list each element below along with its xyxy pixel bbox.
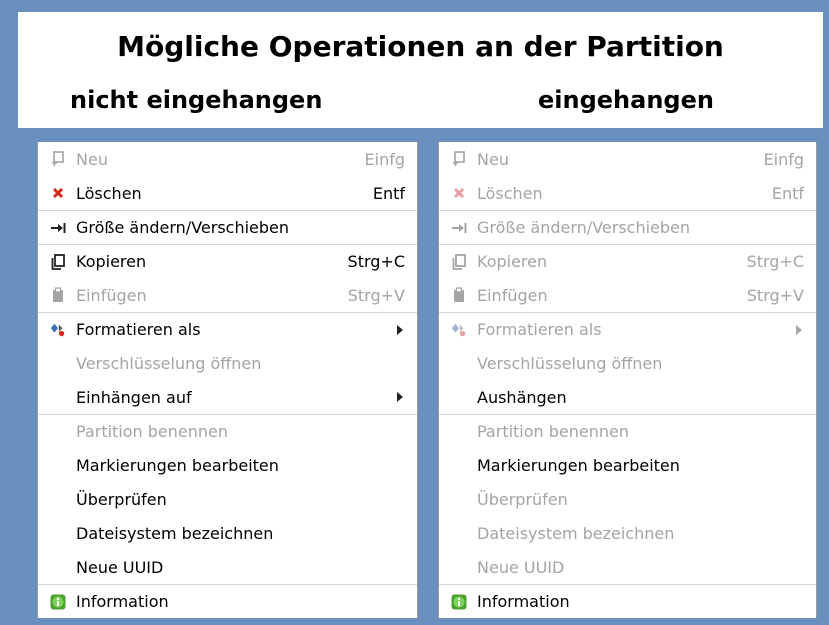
menu-item-verschluesselung-oeffnen: Verschlüsselung öffnen xyxy=(38,346,417,380)
shortcut-label: Strg+C xyxy=(746,252,804,271)
shortcut-label: Einfg xyxy=(364,149,405,169)
menu-item-label: Dateisystem bezeichnen xyxy=(477,523,675,543)
subtitle-mounted: eingehangen xyxy=(538,86,714,114)
menu-item-label: Formatieren als xyxy=(76,320,201,339)
menu-item-einfuegen: Einfügen Strg+V xyxy=(38,278,417,312)
delete-icon xyxy=(50,185,66,201)
context-menu-mounted: Neu Einfg Löschen Entf Größe ändern/Verschie… xyxy=(438,142,817,618)
menu-item-dateisystem-bezeichnen: Dateisystem bezeichnen xyxy=(439,516,816,550)
menu-item-label: Einhängen auf xyxy=(76,387,192,407)
copy-icon xyxy=(50,253,66,270)
copy-icon xyxy=(451,253,467,270)
subtitle-unmounted: nicht eingehangen xyxy=(70,86,323,114)
menu-item-label: Überprüfen xyxy=(477,489,568,509)
menu-item-label: Formatieren als xyxy=(477,320,602,339)
info-icon xyxy=(50,594,66,610)
menu-item-label: Löschen xyxy=(477,183,543,203)
menu-item-label: Markierungen bearbeiten xyxy=(477,455,680,475)
menu-item-label: Kopieren xyxy=(477,252,548,271)
menu-item-dateisystem-bezeichnen[interactable]: Dateisystem bezeichnen xyxy=(38,516,417,550)
menu-item-label: Neue UUID xyxy=(477,557,565,577)
menu-item-ueberpruefen[interactable]: Überprüfen xyxy=(38,482,417,516)
menu-item-label: Löschen xyxy=(76,183,142,203)
menu-item-formatieren-als: Formatieren als xyxy=(439,312,816,346)
menu-item-neue-uuid: Neue UUID xyxy=(439,550,816,584)
delete-icon xyxy=(451,185,467,201)
format-icon xyxy=(451,322,467,338)
menu-item-formatieren-als[interactable]: Formatieren als xyxy=(38,312,417,346)
title-panel: Mögliche Operationen an der Partition ni… xyxy=(18,12,823,128)
menu-item-partition-benennen: Partition benennen xyxy=(439,414,816,448)
shortcut-label: Einfg xyxy=(763,149,804,169)
paste-icon xyxy=(451,287,467,303)
menu-item-kopieren[interactable]: Kopieren Strg+C xyxy=(38,244,417,278)
menu-item-markierungen-bearbeiten[interactable]: Markierungen bearbeiten xyxy=(439,448,816,482)
menu-item-neu: Neu Einfg xyxy=(439,142,816,176)
format-icon xyxy=(50,322,66,338)
menu-item-label: Neu xyxy=(477,149,509,169)
menu-item-label: Verschlüsselung öffnen xyxy=(477,353,663,373)
shortcut-label: Strg+V xyxy=(347,285,405,305)
menu-item-loeschen[interactable]: Löschen Entf xyxy=(38,176,417,210)
new-icon xyxy=(50,151,66,167)
menu-item-label: Überprüfen xyxy=(76,489,167,509)
shortcut-label: Entf xyxy=(771,183,804,203)
menu-item-information[interactable]: Information xyxy=(439,584,816,618)
page-title: Mögliche Operationen an der Partition xyxy=(117,30,724,63)
menu-item-ueberpruefen: Überprüfen xyxy=(439,482,816,516)
menu-item-label: Einfügen xyxy=(477,285,548,305)
menu-item-aushaengen[interactable]: Aushängen xyxy=(439,380,816,414)
shortcut-label: Strg+V xyxy=(746,285,804,305)
menu-item-label: Information xyxy=(76,592,169,611)
shortcut-label: Strg+C xyxy=(347,252,405,271)
menu-item-label: Dateisystem bezeichnen xyxy=(76,523,274,543)
menu-item-groesse-aendern-verschieben[interactable]: Größe ändern/Verschieben xyxy=(38,210,417,244)
menu-item-label: Markierungen bearbeiten xyxy=(76,455,279,475)
menu-item-label: Neu xyxy=(76,149,108,169)
new-icon xyxy=(451,151,467,167)
menu-item-einhaengen-auf[interactable]: Einhängen auf xyxy=(38,380,417,414)
menu-item-kopieren: Kopieren Strg+C xyxy=(439,244,816,278)
resize-icon xyxy=(50,220,66,236)
menu-item-label: Partition benennen xyxy=(76,422,229,441)
menu-item-neue-uuid[interactable]: Neue UUID xyxy=(38,550,417,584)
menu-item-partition-benennen: Partition benennen xyxy=(38,414,417,448)
submenu-arrow-icon xyxy=(397,392,403,402)
submenu-arrow-icon xyxy=(796,324,802,335)
menu-item-neu: Neu Einfg xyxy=(38,142,417,176)
shortcut-label: Entf xyxy=(372,183,405,203)
menu-item-label: Verschlüsselung öffnen xyxy=(76,353,262,373)
menu-item-verschluesselung-oeffnen: Verschlüsselung öffnen xyxy=(439,346,816,380)
submenu-arrow-icon xyxy=(397,324,403,335)
menu-item-markierungen-bearbeiten[interactable]: Markierungen bearbeiten xyxy=(38,448,417,482)
menu-item-loeschen: Löschen Entf xyxy=(439,176,816,210)
menu-item-groesse-aendern-verschieben: Größe ändern/Verschieben xyxy=(439,210,816,244)
menu-item-label: Aushängen xyxy=(477,387,567,407)
menu-item-label: Größe ändern/Verschieben xyxy=(477,218,691,237)
paste-icon xyxy=(50,287,66,303)
info-icon xyxy=(451,594,467,610)
menu-item-label: Partition benennen xyxy=(477,422,630,441)
resize-icon xyxy=(451,220,467,236)
menu-item-label: Größe ändern/Verschieben xyxy=(76,218,290,237)
menu-item-information[interactable]: Information xyxy=(38,584,417,618)
menu-item-label: Kopieren xyxy=(76,252,147,271)
menu-item-label: Einfügen xyxy=(76,285,147,305)
menu-item-einfuegen: Einfügen Strg+V xyxy=(439,278,816,312)
context-menu-unmounted: Neu Einfg Löschen Entf Größe ändern/Verschie… xyxy=(37,142,418,618)
menu-item-label: Information xyxy=(477,592,570,611)
menu-item-label: Neue UUID xyxy=(76,557,164,577)
